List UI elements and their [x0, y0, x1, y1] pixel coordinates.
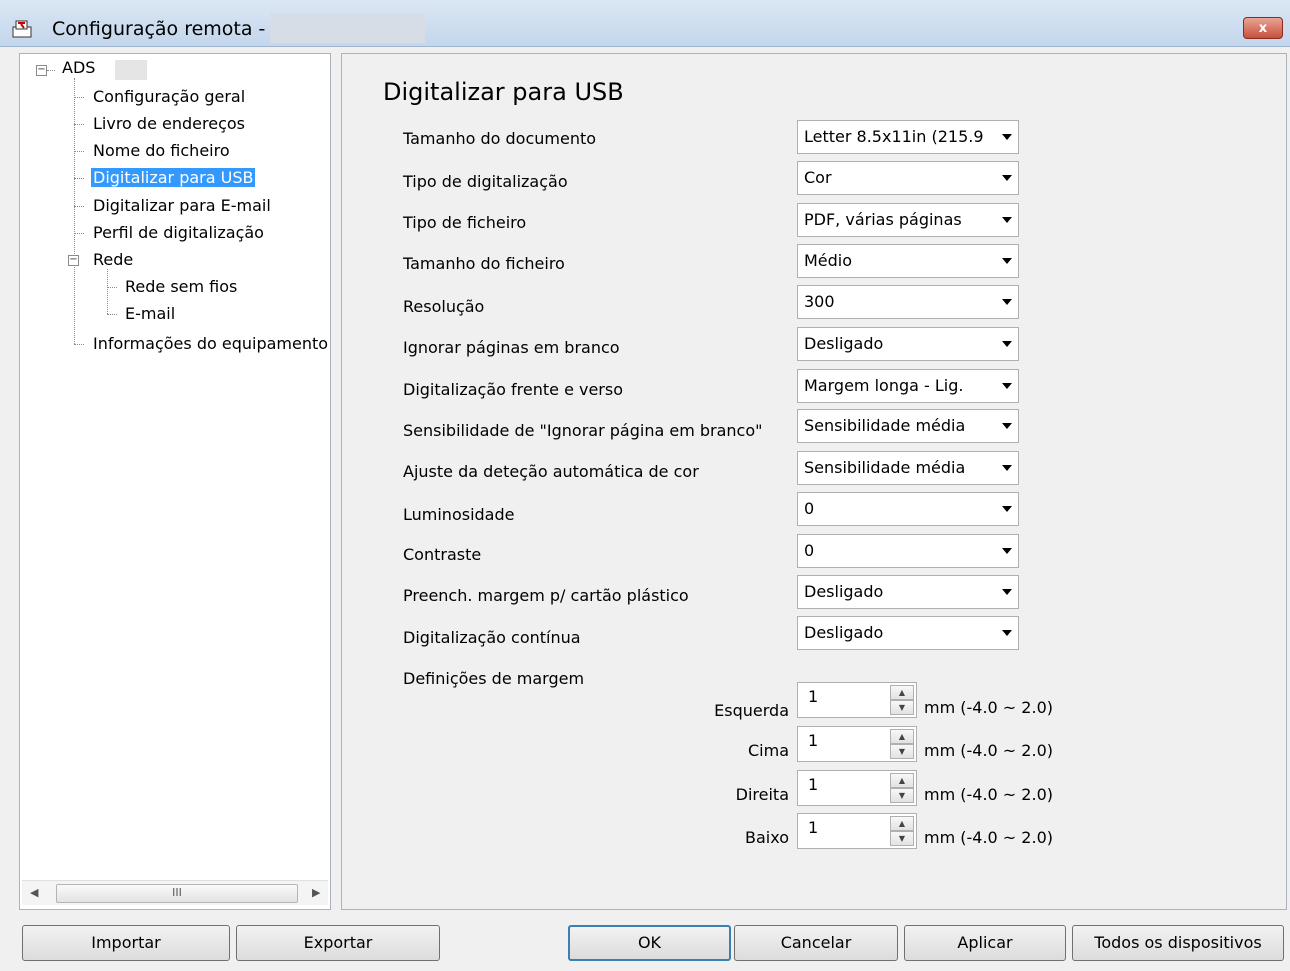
page-title: Digitalizar para USB	[383, 78, 624, 106]
all-devices-button[interactable]: Todos os dispositivos	[1072, 925, 1284, 961]
redacted-device-name	[270, 13, 425, 43]
dropdown-arrow-icon	[1002, 630, 1012, 636]
label-file-type: Tipo de ficheiro	[403, 213, 527, 232]
collapse-icon[interactable]: −	[36, 65, 47, 76]
label-document-size: Tamanho do documento	[403, 129, 597, 148]
spin-down-icon[interactable]: ▼	[890, 831, 914, 846]
tree-item-email[interactable]: E-mail	[125, 304, 175, 323]
dropdown-arrow-icon	[1002, 465, 1012, 471]
document-size-select[interactable]: Letter 8.5x11in (215.9	[797, 120, 1019, 154]
contrast-select[interactable]: 0	[797, 534, 1019, 568]
collapse-icon[interactable]: −	[68, 255, 79, 266]
resolution-select[interactable]: 300	[797, 285, 1019, 319]
label-margin-settings: Definições de margem	[403, 669, 585, 688]
tree-item-file-name[interactable]: Nome do ficheiro	[93, 141, 230, 160]
tree-item-scan-profile[interactable]: Perfil de digitalização	[93, 223, 264, 242]
scroll-left-icon[interactable]: ◀	[30, 886, 38, 899]
tree-item-scan-to-email[interactable]: Digitalizar para E-mail	[93, 196, 271, 215]
file-size-select[interactable]: Médio	[797, 244, 1019, 278]
spin-down-icon[interactable]: ▼	[890, 788, 914, 803]
import-button[interactable]: Importar	[22, 925, 230, 961]
label-blank-sensitivity: Sensibilidade de "Ignorar página em bran…	[403, 421, 763, 440]
tree-item-general[interactable]: Configuração geral	[93, 87, 245, 106]
label-color-detect: Ajuste da deteção automática de cor	[403, 462, 699, 481]
tree-item-address-book[interactable]: Livro de endereços	[93, 114, 245, 133]
skip-blank-select[interactable]: Desligado	[797, 327, 1019, 361]
dropdown-arrow-icon	[1002, 423, 1012, 429]
label-scan-type: Tipo de digitalização	[403, 172, 568, 191]
dropdown-arrow-icon	[1002, 258, 1012, 264]
duplex-select[interactable]: Margem longa - Lig.	[797, 369, 1019, 403]
label-file-size: Tamanho do ficheiro	[403, 254, 565, 273]
margin-bottom-spinner[interactable]: 1 ▲ ▼	[797, 813, 917, 849]
dropdown-arrow-icon	[1002, 341, 1012, 347]
color-detect-select[interactable]: Sensibilidade média	[797, 451, 1019, 485]
settings-panel: Digitalizar para USB Tamanho do document…	[341, 53, 1287, 910]
tree-root[interactable]: ADS	[62, 58, 95, 77]
tree-item-network[interactable]: Rede	[93, 250, 133, 269]
scan-type-select[interactable]: Cor	[797, 161, 1019, 195]
title-bar: Configuração remota - x	[0, 0, 1290, 47]
label-margin-bottom: Baixo	[745, 828, 789, 847]
scroll-thumb[interactable]: III	[56, 884, 298, 903]
margin-top-range: mm (-4.0 ~ 2.0)	[924, 741, 1053, 760]
close-button[interactable]: x	[1243, 17, 1283, 39]
export-button[interactable]: Exportar	[236, 925, 440, 961]
continuous-scan-select[interactable]: Desligado	[797, 616, 1019, 650]
dropdown-arrow-icon	[1002, 548, 1012, 554]
redacted-model	[115, 60, 147, 80]
tree-item-wireless[interactable]: Rede sem fios	[125, 277, 237, 296]
dropdown-arrow-icon	[1002, 589, 1012, 595]
scroll-right-icon[interactable]: ▶	[312, 886, 320, 899]
margin-right-spinner[interactable]: 1 ▲ ▼	[797, 770, 917, 806]
spin-up-icon[interactable]: ▲	[890, 685, 914, 700]
horizontal-scrollbar[interactable]: ◀ III ▶	[22, 880, 328, 905]
label-plastic-card: Preench. margem p/ cartão plástico	[403, 586, 689, 605]
label-resolution: Resolução	[403, 297, 485, 316]
spin-down-icon[interactable]: ▼	[890, 744, 914, 759]
label-contrast: Contraste	[403, 545, 482, 564]
plastic-card-select[interactable]: Desligado	[797, 575, 1019, 609]
label-duplex: Digitalização frente e verso	[403, 380, 624, 399]
dropdown-arrow-icon	[1002, 217, 1012, 223]
brightness-select[interactable]: 0	[797, 492, 1019, 526]
spin-down-icon[interactable]: ▼	[890, 700, 914, 715]
spin-up-icon[interactable]: ▲	[890, 816, 914, 831]
label-margin-left: Esquerda	[714, 701, 789, 720]
ok-button[interactable]: OK	[568, 925, 731, 961]
cancel-button[interactable]: Cancelar	[734, 925, 898, 961]
dropdown-arrow-icon	[1002, 299, 1012, 305]
remote-setup-icon	[12, 20, 32, 38]
dropdown-arrow-icon	[1002, 506, 1012, 512]
margin-bottom-range: mm (-4.0 ~ 2.0)	[924, 828, 1053, 847]
blank-sensitivity-select[interactable]: Sensibilidade média	[797, 409, 1019, 443]
file-type-select[interactable]: PDF, várias páginas	[797, 203, 1019, 237]
settings-tree: − ADS Configuração geral Livro de endere…	[19, 53, 331, 910]
margin-left-spinner[interactable]: 1 ▲ ▼	[797, 682, 917, 718]
margin-top-spinner[interactable]: 1 ▲ ▼	[797, 726, 917, 762]
tree-item-device-info[interactable]: Informações do equipamento	[93, 334, 330, 353]
dropdown-arrow-icon	[1002, 134, 1012, 140]
dropdown-arrow-icon	[1002, 175, 1012, 181]
tree-item-scan-to-usb[interactable]: Digitalizar para USB	[91, 168, 256, 187]
spin-up-icon[interactable]: ▲	[890, 729, 914, 744]
label-margin-top: Cima	[747, 741, 789, 760]
spin-up-icon[interactable]: ▲	[890, 773, 914, 788]
label-skip-blank: Ignorar páginas em branco	[403, 338, 620, 357]
window-title: Configuração remota -	[52, 18, 266, 40]
label-margin-right: Direita	[735, 785, 789, 804]
dropdown-arrow-icon	[1002, 383, 1012, 389]
margin-right-range: mm (-4.0 ~ 2.0)	[924, 785, 1053, 804]
label-brightness: Luminosidade	[403, 505, 515, 524]
margin-left-range: mm (-4.0 ~ 2.0)	[924, 698, 1053, 717]
apply-button[interactable]: Aplicar	[904, 925, 1066, 961]
label-continuous-scan: Digitalização contínua	[403, 628, 581, 647]
